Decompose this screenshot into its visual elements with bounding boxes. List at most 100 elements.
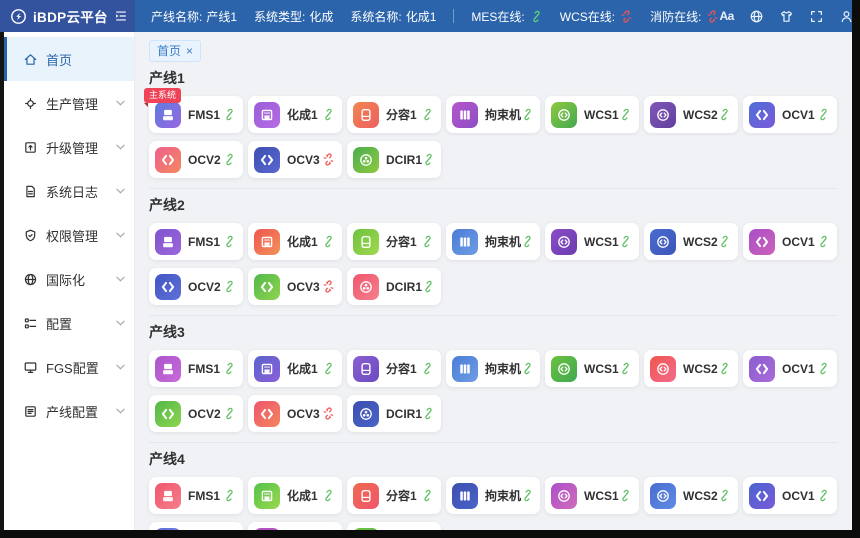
app-card[interactable]: FMS1: [149, 223, 243, 260]
app-card[interactable]: 化成1: [248, 477, 342, 514]
font-size-icon[interactable]: Aa: [719, 9, 733, 23]
sidebar-item[interactable]: 权限管理: [4, 213, 134, 257]
app-card-label: 拘束机: [485, 360, 521, 377]
sidebar-item-label: 产线配置: [46, 402, 108, 421]
top-header: iBDP云平台 产线名称: 产线1 系统类型: 化成 系统名称: 化成1 MES…: [0, 0, 852, 32]
link-connected-icon: [223, 235, 236, 248]
ocv-icon: [749, 229, 775, 255]
app-card[interactable]: OCV1: [743, 477, 837, 514]
app-card[interactable]: OCV1: [743, 350, 837, 387]
theme-icon[interactable]: [779, 9, 794, 24]
main-content: 首页 × 产线1 FMS1 主系统 化成1 分容1 拘束机 WCS1 WCS2 …: [135, 32, 852, 530]
furnace-icon: [254, 483, 280, 509]
app-card-label: WCS2: [683, 489, 718, 503]
app-card[interactable]: WCS1: [545, 477, 639, 514]
header-info-item: 产线名称: 产线1: [151, 8, 237, 25]
ocv-icon: [254, 274, 280, 300]
app-card[interactable]: DCIR1: [347, 395, 441, 432]
container-icon: [353, 483, 379, 509]
app-card[interactable]: OCV3: [248, 395, 342, 432]
app-card[interactable]: WCS2: [644, 96, 738, 133]
sidebar-item[interactable]: 生产管理: [4, 81, 134, 125]
ocv-icon: [155, 147, 181, 173]
app-card[interactable]: 分容1: [347, 350, 441, 387]
furnace-icon: [254, 356, 280, 382]
app-card[interactable]: 拘束机: [446, 477, 540, 514]
app-card-label: OCV1: [782, 489, 815, 503]
i18n-icon: [23, 272, 38, 287]
app-card[interactable]: FMS1: [149, 477, 243, 514]
columns-icon: [452, 229, 478, 255]
columns-icon: [452, 356, 478, 382]
link-connected-icon: [422, 407, 435, 420]
sidebar-item[interactable]: 国际化: [4, 257, 134, 301]
app-card[interactable]: OCV3: [248, 141, 342, 178]
app-card[interactable]: OCV1: [743, 223, 837, 260]
app-card[interactable]: 化成1: [248, 96, 342, 133]
app-card-label: 化成1: [287, 106, 318, 123]
app-card[interactable]: 化成1: [248, 223, 342, 260]
wcs-icon: [650, 483, 676, 509]
link-connected-icon: [223, 489, 236, 502]
ocv-icon: [155, 401, 181, 427]
sidebar-item[interactable]: 升级管理: [4, 125, 134, 169]
app-card[interactable]: 分容1: [347, 96, 441, 133]
ocv-icon: [254, 528, 280, 531]
app-card[interactable]: FMS1: [149, 350, 243, 387]
app-card[interactable]: 化成1: [248, 350, 342, 387]
status-label: 消防在线:: [650, 8, 701, 25]
app-card-label: OCV3: [287, 280, 320, 294]
app-card[interactable]: WCS2: [644, 477, 738, 514]
app-card[interactable]: OCV2: [149, 522, 243, 530]
link-connected-icon: [421, 362, 434, 375]
app-card[interactable]: OCV3: [248, 268, 342, 305]
link-connected-icon: [421, 108, 434, 121]
sidebar-item[interactable]: 配置: [4, 301, 134, 345]
app-card-label: WCS1: [584, 362, 619, 376]
app-card[interactable]: WCS2: [644, 350, 738, 387]
language-icon[interactable]: [749, 9, 764, 24]
app-card[interactable]: OCV3: [248, 522, 342, 530]
app-card[interactable]: 拘束机: [446, 350, 540, 387]
sidebar-item[interactable]: 产线配置: [4, 389, 134, 433]
tab-home[interactable]: 首页 ×: [149, 40, 201, 62]
header-divider: [453, 9, 454, 23]
app-card[interactable]: 拘束机: [446, 223, 540, 260]
app-card[interactable]: OCV2: [149, 268, 243, 305]
chevron-down-icon: [116, 188, 125, 194]
app-card[interactable]: FMS1 主系统: [149, 96, 243, 133]
sidebar-item-label: 配置: [46, 314, 108, 333]
app-card[interactable]: DCIR1: [347, 268, 441, 305]
sidebar-item[interactable]: 首页: [4, 37, 134, 81]
app-card[interactable]: OCV2: [149, 395, 243, 432]
chevron-down-icon: [116, 276, 125, 282]
app-card[interactable]: 拘束机: [446, 96, 540, 133]
app-card-label: OCV2: [188, 280, 221, 294]
app-card-label: WCS2: [683, 362, 718, 376]
sidebar-item[interactable]: 系统日志: [4, 169, 134, 213]
app-card[interactable]: WCS1: [545, 350, 639, 387]
header-toolbar: Aa: [719, 0, 860, 32]
link-connected-icon: [619, 489, 632, 502]
section-title: 产线1: [149, 68, 838, 88]
fullscreen-icon[interactable]: [809, 9, 824, 24]
app-card[interactable]: 分容1: [347, 477, 441, 514]
app-card[interactable]: WCS1: [545, 223, 639, 260]
close-icon[interactable]: ×: [186, 45, 193, 57]
wcs-icon: [551, 229, 577, 255]
connection-status: 消防在线:: [650, 8, 719, 25]
app-card[interactable]: DCIR1: [347, 141, 441, 178]
app-card[interactable]: OCV1: [743, 96, 837, 133]
user-icon[interactable]: [839, 9, 854, 24]
connection-status: WCS在线:: [560, 8, 633, 25]
app-card[interactable]: WCS1: [545, 96, 639, 133]
app-card-label: WCS1: [584, 489, 619, 503]
sidebar-collapse-icon[interactable]: [114, 9, 128, 23]
link-connected-icon: [223, 280, 236, 293]
app-card[interactable]: WCS2: [644, 223, 738, 260]
app-card[interactable]: DCIR1: [347, 522, 441, 530]
app-card[interactable]: 分容1: [347, 223, 441, 260]
link-connected-icon: [223, 153, 236, 166]
app-card[interactable]: OCV2: [149, 141, 243, 178]
sidebar-item[interactable]: FGS配置: [4, 345, 134, 389]
